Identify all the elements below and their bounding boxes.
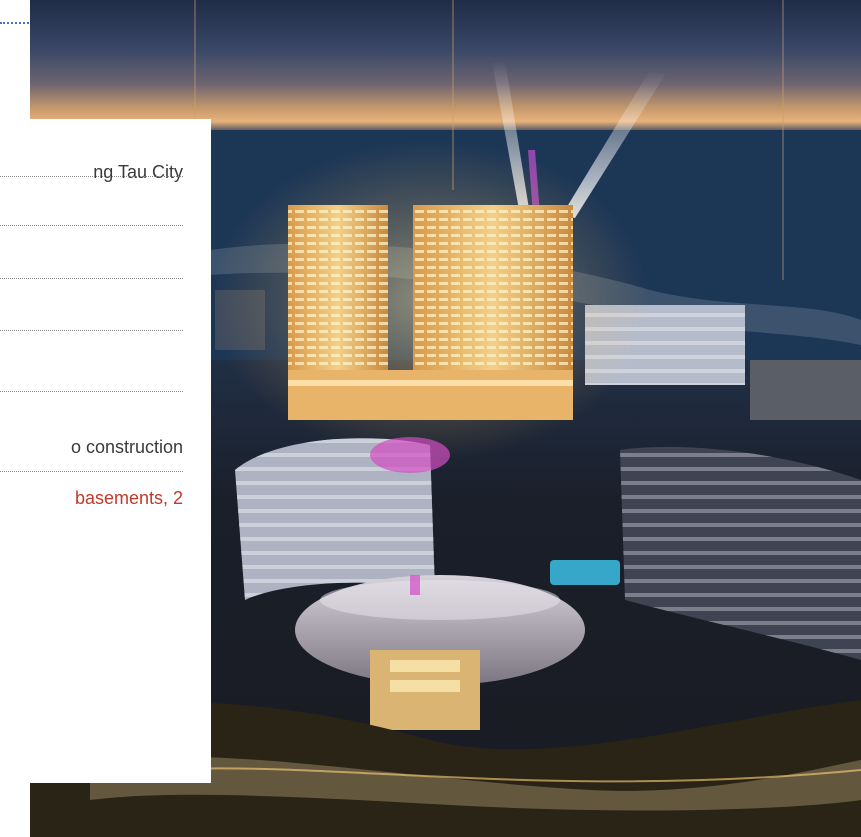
project-info-panel: ng Tau City o construction basements, 2 bbox=[0, 119, 211, 783]
status-value: o construction bbox=[70, 437, 183, 457]
row-divider bbox=[0, 391, 183, 392]
row-divider bbox=[0, 330, 183, 331]
row-divider bbox=[0, 176, 183, 177]
row-divider bbox=[0, 471, 183, 472]
location-value: ng Tau City bbox=[93, 162, 183, 182]
page: ng Tau City o construction basements, 2 bbox=[0, 0, 861, 837]
row-divider bbox=[0, 278, 183, 279]
scale-value: basements, 2 bbox=[74, 488, 183, 508]
row-divider bbox=[0, 225, 183, 226]
